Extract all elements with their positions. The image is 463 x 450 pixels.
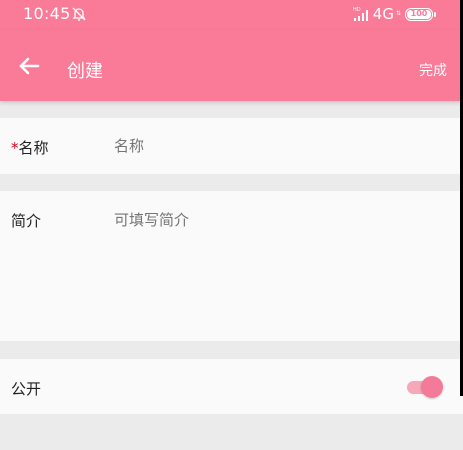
intro-row: 简介	[0, 191, 463, 341]
page-title: 创建	[67, 61, 103, 82]
data-arrows-icon: ⇅	[395, 10, 401, 17]
name-label: *名称	[11, 137, 49, 158]
battery-level: 100	[407, 9, 431, 19]
public-label: 公开	[11, 380, 42, 398]
name-label-text: 名称	[18, 139, 49, 157]
svg-text:HD: HD	[353, 7, 361, 13]
done-button[interactable]: 完成	[419, 60, 447, 80]
back-arrow-icon	[19, 57, 40, 75]
intro-textarea[interactable]	[114, 209, 444, 319]
network-type: 4G	[372, 5, 394, 23]
app-bar: 创建 完成	[0, 30, 463, 101]
public-row: 公开	[0, 359, 463, 414]
public-toggle[interactable]	[407, 376, 443, 398]
battery-icon: 100	[405, 7, 436, 21]
name-row: *名称	[0, 118, 463, 174]
status-bar: 10:45 HD 4G ⇅ 100	[0, 0, 463, 30]
required-mark: *	[11, 139, 19, 157]
name-input[interactable]	[114, 137, 444, 155]
toggle-knob	[421, 376, 443, 398]
intro-label: 简介	[11, 212, 42, 230]
status-right: HD 4G ⇅ 100	[353, 4, 436, 24]
back-button[interactable]	[15, 52, 43, 80]
bell-off-icon	[72, 7, 86, 21]
signal-icon: HD	[353, 7, 368, 21]
status-time: 10:45	[23, 4, 71, 23]
